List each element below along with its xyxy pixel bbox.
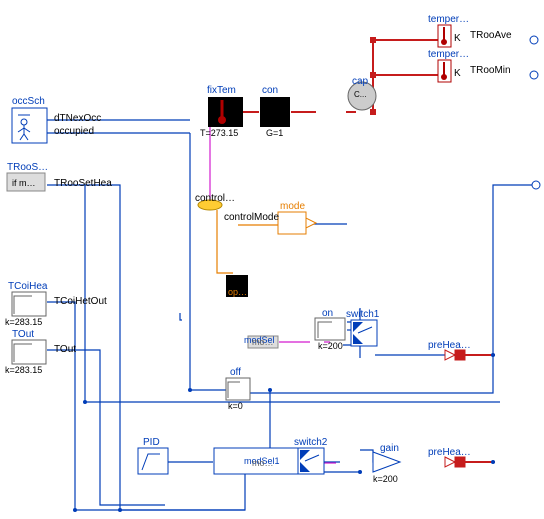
con-param: G=1 [266, 128, 283, 138]
on-label: on [322, 308, 333, 319]
TOut-label: TOut [12, 329, 34, 340]
temperB-label: temper… [428, 49, 469, 60]
temperA-unit: K [454, 33, 461, 44]
TOut-out: TOut [54, 344, 76, 355]
off-param: k=0 [228, 401, 243, 411]
switch1-label: switch1 [346, 309, 379, 320]
occupied-label: occupied [54, 126, 94, 137]
con-label: con [262, 85, 278, 96]
controlMode-label: controlMode [224, 212, 279, 223]
dTNexOcc-label: dTNexOcc [54, 113, 101, 124]
off-label: off [230, 367, 241, 378]
control-label: control… [195, 193, 235, 204]
TRooS-param: if m… [12, 178, 36, 188]
TRooMin-label: TRooMin [470, 65, 511, 76]
modSel-sub: mo… [252, 337, 274, 347]
op-label: op… [228, 287, 247, 297]
TRooSetHea-label: TRooSetHea [54, 178, 112, 189]
cap-label: cap [352, 76, 368, 87]
preHeaB-label: preHea… [428, 447, 471, 458]
modSel1-sub: mo… [252, 458, 274, 468]
on-param: k=200 [318, 341, 343, 351]
PID-label: PID [143, 437, 160, 448]
TRooAve-label: TRooAve [470, 30, 512, 41]
TRooS-label: TRooS… [7, 162, 48, 173]
TOut-param: k=283.15 [5, 365, 42, 375]
TCoiHea-param: k=283.15 [5, 317, 42, 327]
temperB-unit: K [454, 68, 461, 79]
gain-param: k=200 [373, 474, 398, 484]
temperA-label: temper… [428, 14, 469, 25]
cap-param: C... [354, 90, 366, 99]
fixTem-label: fixTem [207, 85, 236, 96]
occSch-label: occSch [12, 96, 45, 107]
TCoiHetOut-label: TCoiHetOut [54, 296, 107, 307]
gain-label: gain [380, 443, 399, 454]
preHeaA-label: preHea… [428, 340, 471, 351]
switch2-label: switch2 [294, 437, 327, 448]
TCoiHea-label: TCoiHea [8, 281, 47, 292]
mode-label: mode [280, 201, 305, 212]
fixTem-param: T=273.15 [200, 128, 238, 138]
